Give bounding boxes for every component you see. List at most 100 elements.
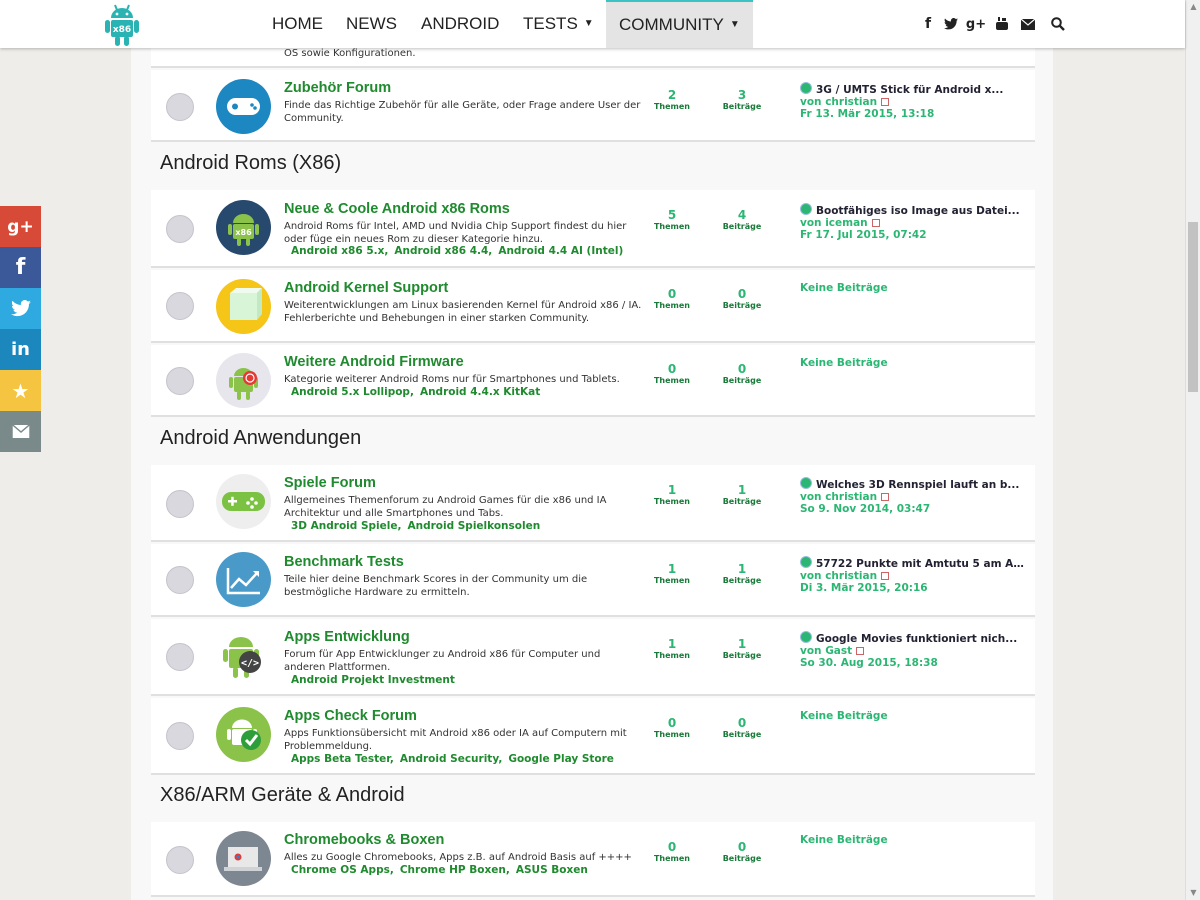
subforum-link[interactable]: Google Play Store [508,753,614,765]
section-title-roms[interactable]: Android Roms (X86) [160,152,341,175]
posts-label: Beiträge [722,102,762,111]
subforum-link[interactable]: Android 4.4 AI (Intel) [498,245,623,257]
forum-row-firmware[interactable]: Weitere Android Firmware Kategorie weite… [151,345,1035,417]
no-posts-label: Keine Beiträge [800,834,888,846]
no-posts-label: Keine Beiträge [800,282,888,294]
subforum-link[interactable]: Apps Beta Tester, [291,753,394,765]
topics-count: 0 Themen [642,840,702,864]
last-post-author[interactable]: von christian [800,570,1030,582]
subforum-link[interactable]: Android x86 5.x, [291,245,388,257]
view-post-icon[interactable] [881,98,890,106]
topics-value: 0 [667,287,677,301]
subforum-list: Android x86 5.x, Android x86 4.4, Android … [291,245,629,257]
share-twitter-icon[interactable] [0,288,41,329]
subforum-link[interactable]: Chrome HP Boxen, [400,864,510,876]
last-post-author[interactable]: von Gast [800,645,1030,657]
forum-row-apps-check[interactable]: Apps Check Forum Apps Funktionsübersicht… [151,698,1035,775]
share-email-icon[interactable] [0,411,41,452]
chart-trend-icon [216,552,271,607]
subforum-link[interactable]: Android 4.4.x KitKat [420,386,540,398]
subforum-link[interactable]: Android Security, [400,753,502,765]
topics-count: 1 Themen [642,637,702,661]
no-posts-label: Keine Beiträge [800,357,888,369]
topics-count: 2 Themen [642,88,702,112]
nav-news[interactable]: NEWS [346,0,397,48]
topics-value: 0 [667,716,677,730]
forum-row-roms[interactable]: x86 Neue & Coole Android x86 Roms Androi… [151,190,1035,268]
subforum-link[interactable]: ASUS Boxen [516,864,588,876]
nav-tests[interactable]: TESTS ▼ [523,0,594,48]
nav-android[interactable]: ANDROID [421,0,499,48]
forum-description: Weiterentwicklungen am Linux basierenden… [284,300,642,324]
forum-title[interactable]: Chromebooks & Boxen [284,832,444,848]
forum-row-benchmark[interactable]: Benchmark Tests Teile hier deine Benchma… [151,544,1035,617]
posts-value: 0 [737,287,747,301]
last-post-title[interactable]: 3G / UMTS Stick für Android x... [800,82,1030,96]
subforum-link[interactable]: Android Spielkonsolen [407,520,540,532]
caret-down-icon: ▼ [729,19,740,30]
forum-title[interactable]: Benchmark Tests [284,554,404,570]
bookmark-star-icon[interactable]: ★ [0,370,41,411]
subforum-link[interactable]: Chrome OS Apps, [291,864,394,876]
last-post: 57722 Punkte mit Amtutu 5 am As... von c… [800,556,1030,594]
share-facebook-icon[interactable]: f [0,247,41,288]
forum-title[interactable]: Zubehör Forum [284,80,391,96]
topics-label: Themen [653,102,691,111]
view-post-icon[interactable] [881,572,890,580]
forum-status-icon [166,292,194,320]
last-post-title[interactable]: Bootfähiges iso Image aus Datei... [800,203,1030,217]
last-post-author[interactable]: von christian [800,96,1030,108]
posts-value: 0 [737,716,747,730]
forum-title[interactable]: Spiele Forum [284,475,376,491]
forum-title[interactable]: Weitere Android Firmware [284,354,464,370]
forum-row-apps-entwicklung[interactable]: </> Apps Entwicklung Forum für App Entwi… [151,619,1035,696]
forum-title[interactable]: Apps Entwicklung [284,629,410,645]
forum-row-spiele[interactable]: Spiele Forum Allgemeines Themenforum zu … [151,465,1035,542]
scrollbar-thumb[interactable] [1188,222,1198,392]
posts-count: 1 Beiträge [712,483,772,507]
forum-title[interactable]: Neue & Coole Android x86 Roms [284,201,510,217]
topics-value: 5 [667,208,677,222]
view-post-icon[interactable] [856,647,865,655]
posts-count: 0 Beiträge [712,287,772,311]
forum-row-kernel[interactable]: Android Kernel Support Weiterentwicklung… [151,270,1035,343]
forum-status-icon [166,722,194,750]
forum-row-chromebooks[interactable]: Chromebooks & Boxen Alles zu Google Chro… [151,822,1035,897]
twitter-icon[interactable] [941,0,961,48]
last-post-author[interactable]: von iceman [800,217,1030,229]
forum-row-zubehoer[interactable]: Zubehör Forum Finde das Richtige Zubehör… [151,70,1035,142]
youtube-icon[interactable] [992,0,1012,48]
posts-count: 4 Beiträge [712,208,772,232]
last-post-title[interactable]: 57722 Punkte mit Amtutu 5 am As... [800,556,1030,570]
scrollbar[interactable]: ▲ ▼ [1185,0,1200,900]
nav-community[interactable]: COMMUNITY ▼ [606,0,753,48]
share-linkedin-icon[interactable]: in [0,329,41,370]
scroll-down-icon[interactable]: ▼ [1186,886,1200,900]
facebook-icon[interactable]: f [918,0,938,48]
forum-title[interactable]: Android Kernel Support [284,280,448,296]
nav-tests-label: TESTS [523,14,578,33]
share-sidebar: g+ f in ★ [0,206,41,452]
android-code-icon: </> [216,627,271,682]
site-logo[interactable]: x86 [103,2,141,48]
last-post-author[interactable]: von christian [800,491,1030,503]
share-google-plus-icon[interactable]: g+ [0,206,41,247]
search-icon[interactable] [1048,0,1068,48]
forum-title[interactable]: Apps Check Forum [284,708,417,724]
subforum-link[interactable]: Android Projekt Investment [291,674,455,686]
section-title-devices[interactable]: X86/ARM Geräte & Android [160,784,405,807]
google-plus-icon[interactable]: g+ [966,0,986,48]
subforum-link[interactable]: 3D Android Spiele, [291,520,401,532]
last-post-title[interactable]: Google Movies funktioniert nich... [800,631,1030,645]
view-post-icon[interactable] [881,493,890,501]
subforum-link[interactable]: Android 5.x Lollipop, [291,386,414,398]
view-post-icon[interactable] [871,219,880,227]
subforum-link[interactable]: Android x86 4.4, [394,245,492,257]
mail-icon[interactable] [1018,0,1038,48]
nav-home[interactable]: HOME [272,0,323,48]
author-name: von christian [800,491,878,503]
scroll-up-icon[interactable]: ▲ [1186,0,1200,14]
forum-description: Kategorie weiterer Android Roms nur für … [284,374,620,385]
last-post-title[interactable]: Welches 3D Rennspiel lauft an b... [800,477,1030,491]
section-title-apps[interactable]: Android Anwendungen [160,427,361,450]
